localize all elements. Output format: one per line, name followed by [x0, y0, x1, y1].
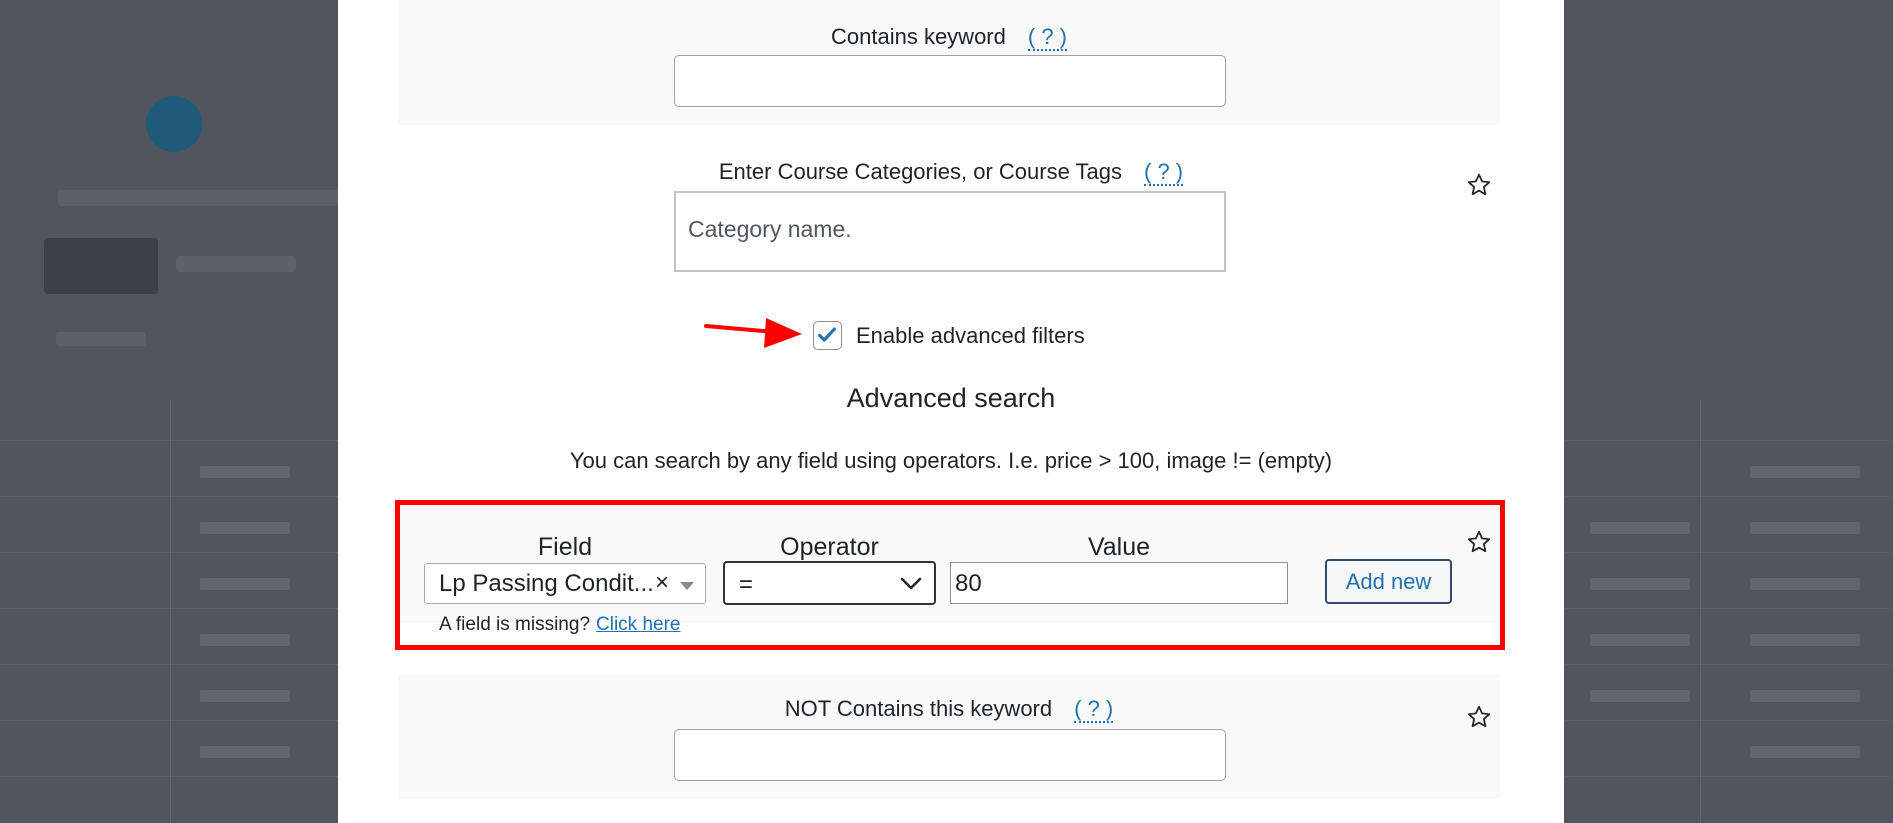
bg-cell	[1750, 466, 1860, 478]
advanced-filters-label: Enable advanced filters	[856, 323, 1085, 348]
bg-col-line	[170, 400, 171, 823]
bg-cell	[1750, 522, 1860, 534]
chevron-down-icon	[900, 577, 922, 590]
star-outline-icon[interactable]	[1466, 704, 1492, 730]
bg-cell	[1750, 634, 1860, 646]
keyword-label-row: Contains keyword ( ? )	[398, 24, 1500, 51]
clear-field-icon[interactable]: ×	[655, 569, 669, 597]
taxonomy-placeholder: Category name.	[688, 216, 852, 242]
value-header: Value	[1087, 533, 1151, 561]
field-header: Field	[537, 533, 593, 561]
missing-field-text: A field is missing?	[439, 614, 591, 635]
taxonomy-input[interactable]: Category name.	[674, 191, 1226, 272]
keyword-label: Contains keyword	[831, 24, 1006, 49]
bg-cell	[200, 746, 290, 758]
bg-button	[44, 238, 158, 294]
operator-header: Operator	[780, 533, 879, 561]
bg-logo	[140, 40, 330, 152]
star-outline-icon[interactable]	[1466, 529, 1492, 555]
caret-down-icon[interactable]	[680, 582, 694, 590]
bg-cell	[1590, 690, 1690, 702]
advanced-search-title: Advanced search	[846, 383, 1056, 413]
advanced-search-description: You can search by any field using operat…	[569, 448, 1333, 473]
bg-cell	[200, 634, 290, 646]
bg-cell	[1750, 690, 1860, 702]
bg-count	[56, 332, 146, 346]
checkmark-icon	[818, 327, 836, 342]
bg-cell	[200, 578, 290, 590]
operator-select[interactable]: =	[723, 561, 936, 605]
bg-cell	[1590, 578, 1690, 590]
bg-menu	[58, 190, 338, 206]
keyword-input[interactable]	[674, 55, 1226, 107]
bg-cell	[200, 690, 290, 702]
taxonomy-label: Enter Course Categories, or Course Tags	[718, 159, 1122, 184]
field-select[interactable]: Lp Passing Condit... ×	[424, 563, 706, 604]
bg-cell	[1590, 634, 1690, 646]
bg-cell	[1590, 522, 1690, 534]
keyword-help-link[interactable]: ( ? )	[1027, 24, 1067, 51]
star-outline-icon[interactable]	[1466, 172, 1492, 198]
bg-toolbar-item	[176, 256, 296, 272]
field-select-value: Lp Passing Condit...	[439, 570, 654, 597]
bg-cell	[200, 522, 290, 534]
taxonomy-label-row: Enter Course Categories, or Course Tags (…	[338, 159, 1564, 186]
red-arrow-icon	[704, 318, 802, 348]
taxonomy-help-link[interactable]: ( ? )	[1144, 159, 1184, 186]
click-here-link[interactable]: Click here	[596, 614, 680, 635]
not-keyword-label-row: NOT Contains this keyword ( ? )	[398, 696, 1500, 723]
operator-value: =	[739, 571, 754, 598]
add-new-button[interactable]: Add new	[1325, 559, 1452, 604]
missing-field-note: A field is missing? Click here	[439, 614, 681, 636]
advanced-filters-checkbox[interactable]	[813, 321, 842, 350]
bg-cell	[1750, 578, 1860, 590]
value-input[interactable]: 80	[950, 562, 1288, 604]
bg-cell	[1750, 746, 1860, 758]
bg-cell	[200, 466, 290, 478]
not-keyword-label: NOT Contains this keyword	[784, 696, 1053, 721]
not-keyword-help-link[interactable]: ( ? )	[1074, 696, 1114, 723]
bg-col-line	[1700, 400, 1701, 823]
value-input-text: 80	[955, 570, 982, 597]
not-keyword-input[interactable]	[674, 729, 1226, 781]
